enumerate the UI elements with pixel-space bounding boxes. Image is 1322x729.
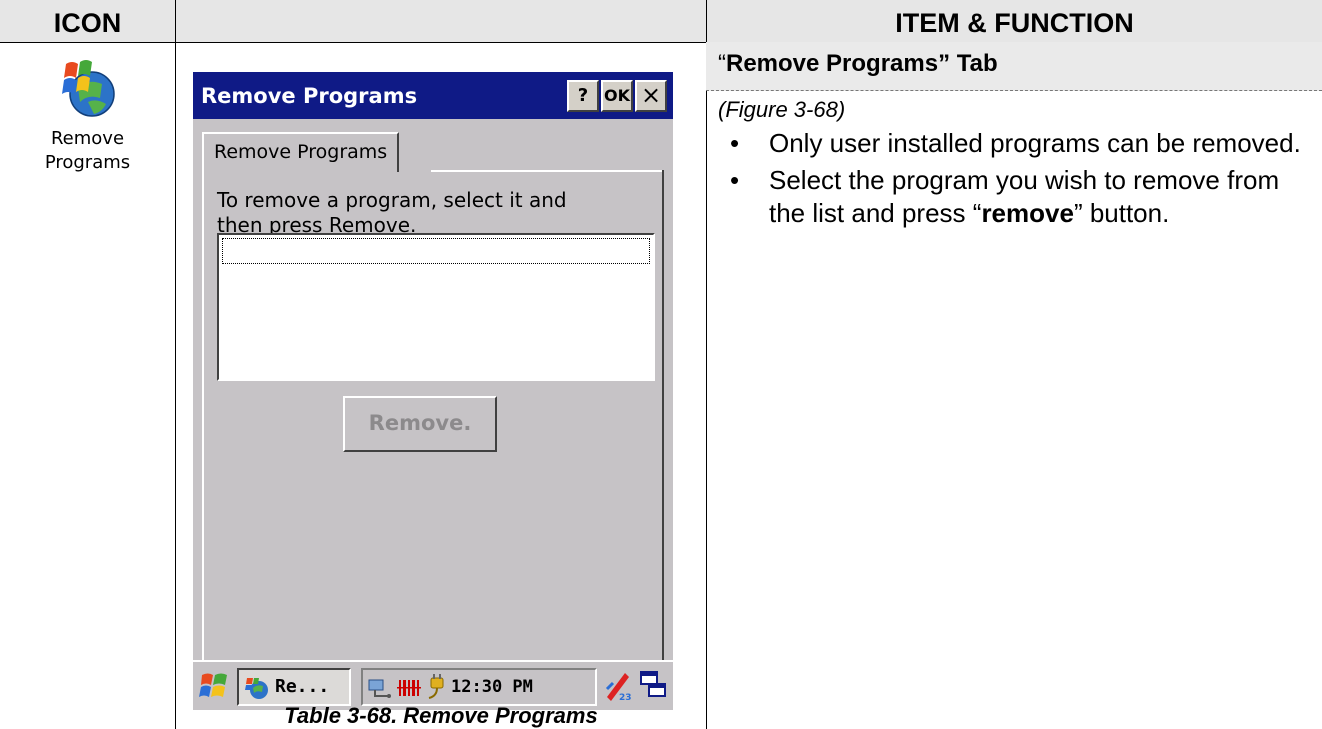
- instructions-text: To remove a program, select it and then …: [217, 188, 657, 238]
- instructions-line: To remove a program, select it and: [217, 188, 567, 212]
- icon-caption: Remove Programs: [0, 127, 175, 175]
- power-plug-icon[interactable]: [425, 674, 449, 702]
- column-divider: [706, 0, 707, 729]
- header-item-function: ITEM & FUNCTION: [895, 8, 1134, 38]
- windows-flag-globe-icon: [62, 60, 115, 117]
- svg-text:23: 23: [619, 693, 632, 703]
- header-screen: [176, 0, 706, 42]
- quote-open: “: [718, 50, 726, 77]
- list-item: Only user installed programs can be remo…: [718, 127, 1318, 160]
- list-focus-row[interactable]: [222, 238, 650, 264]
- function-bullets: Only user installed programs can be remo…: [718, 127, 1318, 230]
- taskbar-item-remove-programs[interactable]: Re...: [237, 668, 351, 706]
- remove-programs-dialog: Remove Programs ? OK × Remove Programs T…: [193, 72, 673, 710]
- icon-cell: Remove Programs: [0, 42, 175, 729]
- function-body: (Figure 3-68) Only user installed progra…: [718, 97, 1318, 234]
- icon-caption-line: Remove: [50, 128, 125, 149]
- close-button[interactable]: ×: [635, 80, 667, 112]
- network-icon[interactable]: [367, 676, 393, 700]
- function-section-title: “Remove Programs” Tab: [718, 50, 998, 78]
- icon-caption-line: Programs: [44, 152, 131, 173]
- header-icon: ICON: [53, 8, 122, 38]
- start-menu-icon[interactable]: [199, 670, 231, 702]
- bullet-text-bold: remove: [981, 198, 1074, 228]
- bullet-text: Only user installed programs can be remo…: [769, 128, 1301, 158]
- dialog-titlebar: Remove Programs ? OK ×: [193, 72, 673, 119]
- table-header-row: ICON ITEM & FUNCTION: [0, 0, 1322, 43]
- list-item: Select the program you wish to remove fr…: [718, 164, 1318, 230]
- clock[interactable]: 12:30 PM: [451, 677, 533, 697]
- figure-reference: (Figure 3-68): [718, 97, 846, 122]
- tab-remove-programs[interactable]: Remove Programs: [202, 132, 400, 172]
- bullet-text-post: ” button.: [1073, 198, 1170, 228]
- function-section-header: “Remove Programs” Tab: [706, 42, 1322, 91]
- input-panel-icon[interactable]: 23: [603, 669, 633, 703]
- desktop-windows-icon[interactable]: [639, 670, 667, 700]
- quote-close-tab: ” Tab: [938, 50, 998, 77]
- remove-button[interactable]: Remove.: [343, 396, 497, 452]
- ok-button[interactable]: OK: [601, 80, 633, 112]
- help-button[interactable]: ?: [567, 80, 599, 112]
- document-table: g ICON ITEM & FUNCTION Remove Programs R…: [0, 0, 1322, 729]
- tab-name-bold: Remove Programs: [726, 50, 939, 77]
- figure-caption: Table 3-68. Remove Programs: [284, 703, 598, 728]
- taskbar-item-label: Re...: [275, 676, 330, 697]
- dialog-title: Remove Programs: [201, 84, 418, 108]
- column-divider: [175, 0, 176, 729]
- system-tray: 12:30 PM: [361, 668, 597, 706]
- programs-listbox[interactable]: [217, 233, 655, 381]
- remove-programs-small-icon: [245, 678, 268, 699]
- barcode-scanner-icon[interactable]: [397, 676, 421, 700]
